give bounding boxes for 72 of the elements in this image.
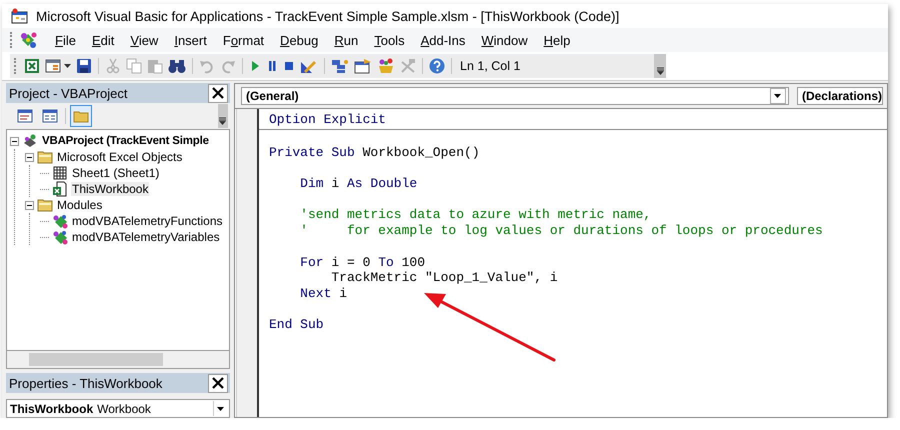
object-browser-icon[interactable]: [377, 58, 395, 74]
menu-item[interactable]: Edit: [84, 30, 122, 50]
pane-title: Properties - ThisWorkbook: [9, 376, 162, 390]
module-icon: [52, 213, 68, 229]
project-explorer-icon[interactable]: [331, 58, 349, 74]
folder-icon: [37, 149, 53, 165]
close-icon: [212, 87, 224, 99]
menu-item[interactable]: File: [47, 30, 84, 50]
window-title: Microsoft Visual Basic for Applications - TrackEvent Simple Sample.xlsm - [ThisWorkbook (Code)]: [36, 8, 620, 24]
code-line: Next i: [299, 286, 348, 302]
menu-item[interactable]: Insert: [166, 30, 215, 50]
code-line: For i = 0 To 100: [299, 254, 426, 270]
menu-item[interactable]: View: [122, 30, 166, 50]
menu-item[interactable]: Help: [536, 30, 578, 50]
menu-item[interactable]: Add-Ins: [412, 30, 474, 50]
caret-icon: [217, 406, 224, 410]
tree-item[interactable]: modVBATelemetryVariables: [71, 230, 221, 244]
userform-icon[interactable]: [45, 58, 61, 74]
workbook-icon: [52, 181, 68, 197]
folder-icon: [37, 197, 53, 213]
excel-icon[interactable]: [24, 58, 40, 74]
expander-icon[interactable]: [10, 136, 19, 146]
help-icon[interactable]: [429, 58, 445, 74]
close-button[interactable]: [208, 374, 228, 392]
toolbar-options-button[interactable]: [218, 104, 228, 128]
tree-item[interactable]: modVBATelemetryFunctions: [71, 214, 224, 228]
expander-icon[interactable]: [25, 200, 34, 210]
cursor-position: Ln 1, Col 1: [460, 59, 520, 73]
menu-item[interactable]: Tools: [366, 30, 413, 50]
menu-item[interactable]: Debug: [272, 30, 326, 50]
close-button[interactable]: [208, 84, 228, 102]
caret-icon[interactable]: [64, 64, 71, 68]
code-line: ' for example to log values or durations of loops or procedures: [299, 223, 824, 239]
view-object-icon: [42, 108, 58, 124]
pause-icon[interactable]: [266, 58, 278, 74]
horizontal-scrollbar[interactable]: [6, 351, 230, 369]
menu-item[interactable]: Format: [214, 30, 272, 50]
expander-icon[interactable]: [25, 152, 34, 162]
code-line: 'send metrics data to azure with metric name,: [299, 207, 652, 224]
menu-item[interactable]: Window: [473, 30, 536, 50]
procedure-dropdown[interactable]: (Declarations): [796, 87, 883, 105]
object-dropdown[interactable]: ThisWorkbook Workbook: [6, 399, 230, 418]
code-line: Dim i As Double: [299, 176, 418, 192]
application-icon: [10, 8, 28, 24]
view-code-icon: [17, 108, 33, 124]
close-icon: [212, 377, 224, 389]
worksheet-icon: [52, 165, 68, 181]
caret-icon: [219, 117, 226, 125]
code-line: Option Explicit: [268, 112, 387, 128]
tree-item[interactable]: Modules: [56, 198, 104, 212]
tree-item[interactable]: Microsoft Excel Objects: [56, 150, 184, 164]
tree-item[interactable]: ThisWorkbook: [71, 182, 150, 196]
menu-item[interactable]: Run: [326, 30, 366, 50]
properties-window-icon[interactable]: [354, 58, 372, 74]
save-icon[interactable]: [76, 58, 92, 74]
vba-module-icon[interactable]: [19, 31, 39, 49]
code-line: End Sub: [268, 317, 325, 333]
ruler-triangle-icon[interactable]: [300, 58, 318, 74]
project-icon: [22, 133, 38, 149]
object-dropdown[interactable]: (General): [240, 87, 789, 105]
module-icon: [52, 229, 68, 245]
code-line: TrackMetric "Loop_1_Value", i: [330, 270, 559, 286]
caret-icon: [656, 67, 664, 75]
tree-item[interactable]: Sheet1 (Sheet1): [71, 166, 160, 180]
caret-icon: [774, 94, 782, 98]
folder-button[interactable]: [70, 105, 92, 127]
code-line: Private Sub Workbook_Open(): [268, 144, 481, 160]
binoculars-icon[interactable]: [168, 58, 186, 74]
pane-title: Project - VBAProject: [9, 86, 128, 100]
tree-item[interactable]: VBAProject (TrackEvent Simple: [41, 135, 210, 147]
toolbar-options-button[interactable]: [654, 54, 666, 78]
play-icon[interactable]: [249, 58, 261, 74]
